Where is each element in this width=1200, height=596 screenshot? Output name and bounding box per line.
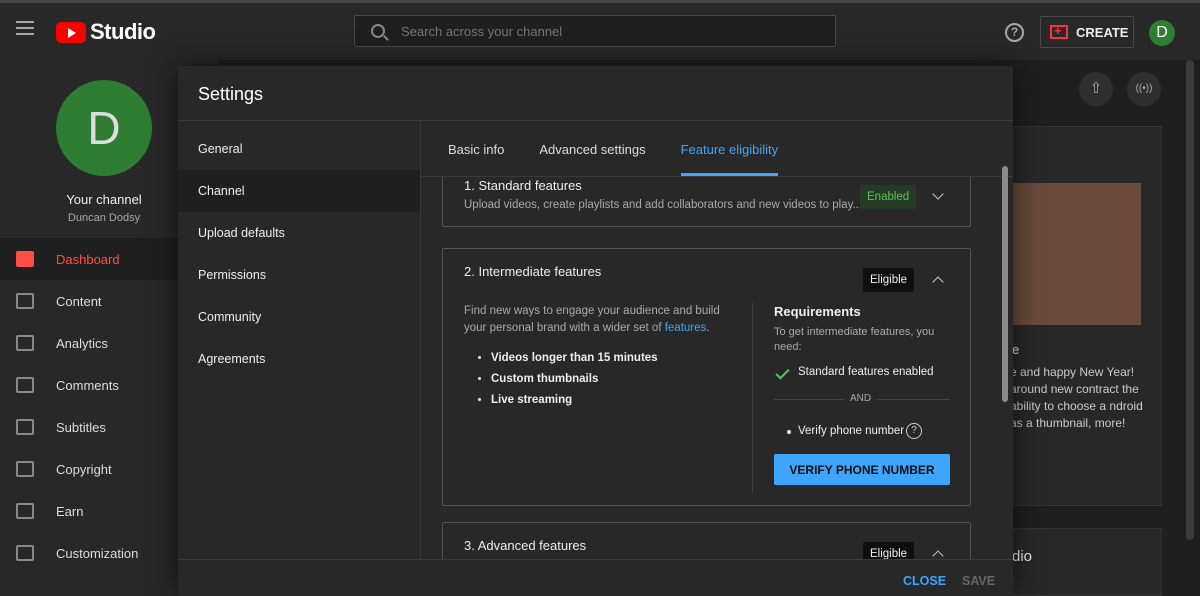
search-icon[interactable] bbox=[371, 24, 385, 38]
list-item: Custom thumbnails bbox=[491, 371, 658, 392]
bullet-icon bbox=[787, 430, 791, 434]
go-live-icon[interactable]: ((•)) bbox=[1127, 72, 1161, 106]
check-icon bbox=[775, 365, 790, 380]
help-icon[interactable]: ? bbox=[906, 423, 922, 439]
and-separator: AND bbox=[844, 393, 878, 404]
standard-features-card[interactable]: 1. Standard features Upload videos, crea… bbox=[442, 177, 971, 227]
upload-icon[interactable]: ⇧ bbox=[1079, 72, 1113, 106]
requirements-subtitle: To get intermediate features, you need: bbox=[774, 326, 935, 353]
help-icon[interactable]: ? bbox=[1005, 23, 1024, 42]
tab-feature-eligibility[interactable]: Feature eligibility bbox=[680, 142, 778, 176]
sidebar-item-label: Customization bbox=[56, 545, 139, 561]
close-button[interactable]: CLOSE bbox=[903, 574, 946, 588]
studio-page: Studio ? CREATE D D Your channel Duncan … bbox=[0, 0, 1200, 596]
settings-nav-upload-defaults[interactable]: Upload defaults bbox=[178, 212, 420, 254]
advanced-features-title: 3. Advanced features bbox=[464, 538, 587, 553]
content-icon bbox=[16, 293, 34, 309]
features-link[interactable]: features bbox=[665, 322, 707, 334]
dashboard-icon bbox=[16, 251, 34, 267]
sidebar-item-label: Comments bbox=[56, 377, 119, 393]
youtube-logo-icon bbox=[56, 21, 86, 43]
description-suffix: . bbox=[706, 322, 710, 334]
search-input[interactable] bbox=[401, 23, 801, 39]
divider bbox=[178, 559, 1013, 560]
channel-title: Your channel bbox=[66, 192, 142, 207]
settings-dialog: Settings General Channel Upload defaults… bbox=[178, 66, 1013, 596]
page-scrollbar[interactable] bbox=[1186, 60, 1194, 540]
post-text-fragment: e and happy New Year! around new contrac… bbox=[1010, 365, 1143, 430]
create-video-icon bbox=[1050, 23, 1068, 39]
verify-phone-button[interactable]: VERIFY PHONE NUMBER bbox=[774, 454, 950, 485]
feature-eligibility-panel: 1. Standard features Upload videos, crea… bbox=[421, 177, 1013, 559]
sidebar-item-label: Subtitles bbox=[56, 419, 106, 435]
advanced-features-card[interactable]: 3. Advanced features Eligible bbox=[442, 522, 971, 559]
standard-features-subtitle: Upload videos, create playlists and add … bbox=[464, 199, 863, 211]
save-button[interactable]: SAVE bbox=[962, 574, 995, 588]
dialog-title: Settings bbox=[198, 84, 264, 104]
top-bar: Studio ? CREATE D bbox=[0, 0, 1200, 60]
earn-icon bbox=[16, 503, 34, 519]
sidebar-item-label: Earn bbox=[56, 503, 84, 519]
requirements-title: Requirements bbox=[774, 304, 861, 319]
intermediate-features-card: 2. Intermediate features Eligible Find n… bbox=[442, 248, 971, 506]
tab-basic-info[interactable]: Basic info bbox=[448, 142, 504, 176]
customization-icon bbox=[16, 545, 34, 561]
tab-advanced-settings[interactable]: Advanced settings bbox=[539, 142, 645, 176]
sidebar-item-label: Content bbox=[56, 293, 102, 309]
news-card-title-fragment: dio bbox=[1012, 548, 1033, 565]
status-badge: Eligible bbox=[863, 542, 915, 559]
menu-icon[interactable] bbox=[16, 21, 34, 35]
analytics-icon bbox=[16, 335, 34, 351]
divider bbox=[752, 303, 753, 493]
post-title-fragment: e bbox=[1012, 342, 1020, 357]
chevron-up-icon[interactable] bbox=[932, 276, 944, 288]
settings-nav-agreements[interactable]: Agreements bbox=[178, 338, 420, 380]
studio-logo[interactable]: Studio bbox=[56, 19, 156, 45]
copyright-icon bbox=[16, 461, 34, 477]
status-badge: Enabled bbox=[860, 185, 917, 209]
create-button[interactable]: CREATE bbox=[1040, 16, 1134, 48]
channel-name: Duncan Dodsy bbox=[67, 212, 141, 224]
settings-nav-community[interactable]: Community bbox=[178, 296, 420, 338]
subtitles-icon bbox=[16, 419, 34, 435]
channel-tabs: Basic info Advanced settings Feature eli… bbox=[448, 142, 813, 176]
video-thumbnail[interactable] bbox=[1010, 183, 1141, 325]
sidebar-item-label: Analytics bbox=[56, 335, 109, 351]
divider bbox=[178, 120, 1013, 121]
comments-icon bbox=[16, 377, 34, 393]
settings-nav-general[interactable]: General bbox=[178, 128, 420, 170]
list-item: Videos longer than 15 minutes bbox=[491, 350, 658, 371]
settings-nav-permissions[interactable]: Permissions bbox=[178, 254, 420, 296]
create-label: CREATE bbox=[1076, 24, 1129, 40]
standard-features-title: 1. Standard features bbox=[464, 178, 582, 193]
chevron-up-icon[interactable] bbox=[932, 550, 944, 559]
logo-text: Studio bbox=[90, 19, 156, 44]
status-badge: Eligible bbox=[863, 268, 915, 292]
intermediate-description: Find new ways to engage your audience an… bbox=[464, 303, 726, 337]
feature-list: Videos longer than 15 minutes Custom thu… bbox=[479, 350, 658, 413]
settings-nav: General Channel Upload defaults Permissi… bbox=[178, 128, 420, 380]
settings-nav-channel[interactable]: Channel bbox=[178, 170, 420, 212]
account-avatar[interactable]: D bbox=[1149, 20, 1175, 46]
requirement-met: Standard features enabled bbox=[798, 366, 934, 378]
dialog-scrollbar[interactable] bbox=[1002, 166, 1008, 402]
requirement-pending: Verify phone number bbox=[798, 425, 905, 437]
sidebar-item-label: Copyright bbox=[56, 461, 112, 477]
channel-avatar[interactable]: D bbox=[56, 80, 152, 176]
chevron-down-icon[interactable] bbox=[932, 188, 944, 200]
search-bar[interactable] bbox=[354, 15, 836, 47]
list-item: Live streaming bbox=[491, 392, 658, 413]
sidebar-item-label: Dashboard bbox=[56, 251, 120, 267]
intermediate-features-title: 2. Intermediate features bbox=[464, 264, 602, 279]
